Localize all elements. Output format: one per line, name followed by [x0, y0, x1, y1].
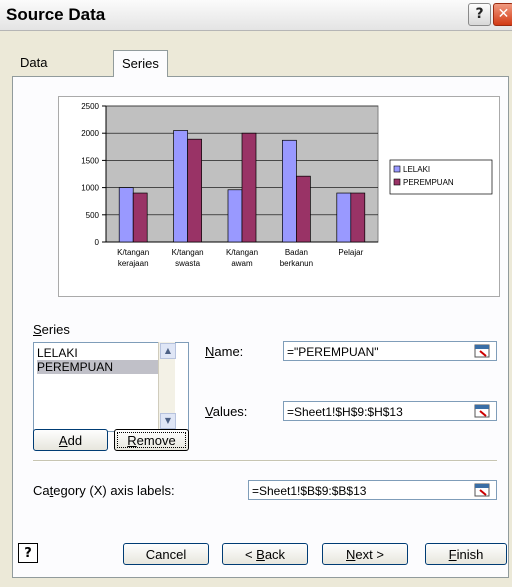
close-icon: ✕	[497, 6, 510, 22]
name-value: ="PEREMPUAN"	[287, 345, 379, 359]
collapse-dialog-icon[interactable]	[474, 404, 490, 418]
legend-swatch	[393, 165, 401, 173]
x-tick-label: awam	[231, 259, 253, 268]
y-tick-label: 1500	[81, 156, 99, 165]
x-tick-label: K/tangan	[226, 248, 258, 257]
y-tick-label: 0	[95, 238, 100, 247]
x-tick-label: swasta	[175, 259, 200, 268]
series-item-perempuan[interactable]: PEREMPUAN	[37, 360, 162, 374]
x-tick-label: kerajaan	[118, 259, 149, 268]
name-field[interactable]: ="PEREMPUAN"	[283, 341, 497, 361]
window-title: Source Data	[6, 5, 106, 24]
values-field[interactable]: =Sheet1!$H$9:$H$13	[283, 401, 497, 421]
series-label: Series	[33, 322, 70, 337]
bar-perempuan-3	[296, 175, 311, 243]
bar-perempuan-1	[187, 138, 202, 243]
tab-data-range[interactable]: Data Range	[12, 52, 66, 92]
x-tick-label: K/tangan	[172, 248, 204, 257]
x-tick-label: Badan	[285, 248, 308, 257]
add-button[interactable]: Add	[33, 429, 108, 451]
finish-button[interactable]: Finish	[425, 543, 507, 565]
bar-perempuan-4	[350, 192, 366, 243]
category-field[interactable]: =Sheet1!$B$9:$B$13	[248, 480, 497, 500]
values-label: Values:	[205, 404, 248, 419]
y-tick-label: 2000	[81, 129, 99, 138]
title-bar: Source Data ? ✕	[0, 0, 512, 31]
bar-perempuan-0	[132, 192, 148, 243]
category-label: Category (X) axis labels:	[33, 483, 175, 498]
close-button[interactable]: ✕	[493, 3, 512, 26]
chart-svg: 0 500 1000 1500 2000 2500 K/tangan kerajaan K/ta…	[81, 102, 493, 268]
scroll-up-icon[interactable]: ▲	[160, 343, 176, 359]
bar-lelaki-0	[118, 187, 134, 243]
tab-series[interactable]: Series	[113, 50, 168, 77]
bar-perempuan-2	[241, 132, 257, 243]
collapse-dialog-icon[interactable]	[474, 344, 490, 358]
bar-lelaki-4	[336, 192, 352, 243]
x-tick-label: K/tangan	[117, 248, 149, 257]
cancel-button[interactable]: Cancel	[123, 543, 209, 565]
next-button[interactable]: Next >	[322, 543, 408, 565]
series-item-lelaki[interactable]: LELAKI	[37, 346, 78, 360]
x-tick-label: Pelajar	[338, 248, 363, 257]
question-icon: ?	[475, 6, 484, 22]
series-scrollbar[interactable]: ▲ ▼	[158, 342, 176, 430]
remove-button[interactable]: Remove	[114, 429, 189, 451]
bar-lelaki-1	[173, 130, 188, 243]
x-tick-label: berkanun	[280, 259, 313, 268]
wizard-help-icon[interactable]: ?	[18, 543, 38, 563]
legend-label: LELAKI	[403, 165, 430, 174]
bar-lelaki-2	[227, 189, 243, 243]
name-label: Name:	[205, 344, 244, 359]
back-button[interactable]: < Back	[222, 543, 308, 565]
legend-label: PEREMPUAN	[403, 178, 454, 187]
y-tick-label: 2500	[81, 102, 99, 111]
separator	[33, 460, 497, 462]
y-tick-label: 1000	[81, 184, 99, 193]
values-value: =Sheet1!$H$9:$H$13	[287, 405, 403, 419]
legend-swatch	[393, 178, 401, 186]
bar-lelaki-3	[282, 139, 297, 243]
collapse-dialog-icon[interactable]	[474, 483, 490, 497]
help-button[interactable]: ?	[468, 3, 491, 26]
category-value: =Sheet1!$B$9:$B$13	[252, 484, 367, 498]
y-tick-label: 500	[86, 211, 100, 220]
scroll-down-icon[interactable]: ▼	[160, 413, 176, 429]
